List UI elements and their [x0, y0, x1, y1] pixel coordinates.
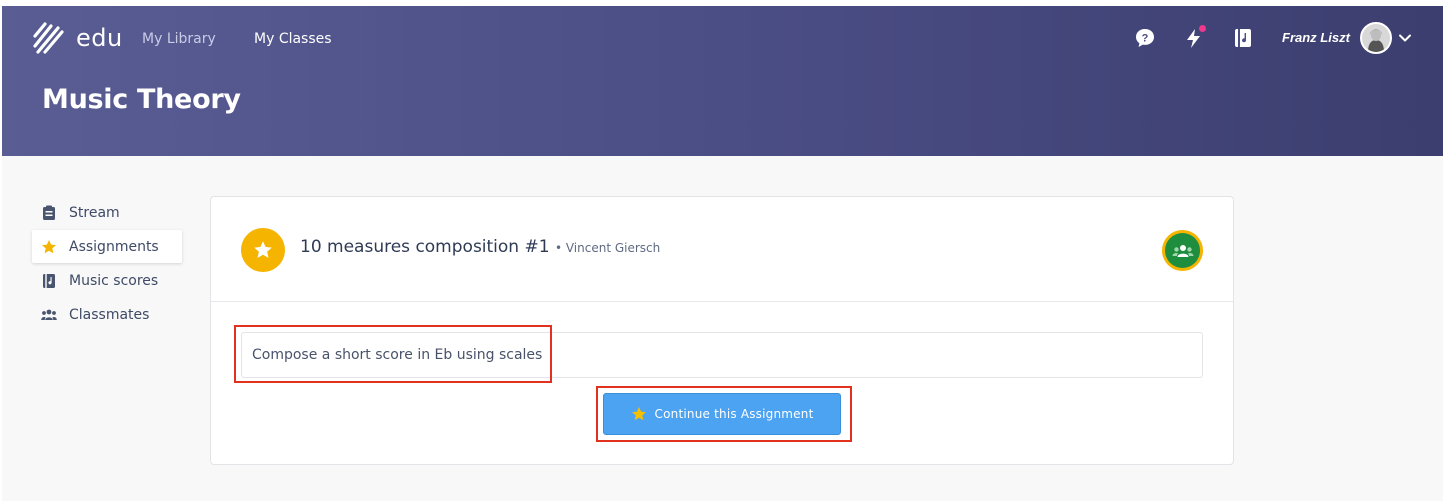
- sidebar-item-label: Classmates: [69, 306, 150, 323]
- google-classroom-icon: [1165, 233, 1200, 268]
- header: edu My Library My Classes Music Theory ?…: [2, 6, 1443, 156]
- star-icon: [631, 406, 647, 422]
- app-frame: edu My Library My Classes Music Theory ?…: [2, 6, 1443, 501]
- user-name[interactable]: Franz Liszt: [1282, 30, 1350, 45]
- sidebar-item-classmates[interactable]: Classmates: [32, 298, 182, 331]
- sidebar-item-assignments[interactable]: Assignments: [32, 230, 182, 263]
- assignment-card: 10 measures composition #1 • Vincent Gie…: [210, 196, 1234, 465]
- assignment-description: Compose a short score in Eb using scales: [241, 332, 1203, 378]
- people-icon: [41, 307, 57, 323]
- sidebar-item-music-scores[interactable]: Music scores: [32, 264, 182, 297]
- assignment-star-icon: [241, 228, 285, 272]
- svg-text:?: ?: [1142, 33, 1149, 45]
- sidebar-item-stream[interactable]: Stream: [32, 196, 182, 229]
- music-score-icon[interactable]: [1232, 27, 1254, 49]
- logo[interactable]: edu: [32, 20, 123, 56]
- nav-my-library[interactable]: My Library: [142, 31, 216, 47]
- notification-dot: [1199, 25, 1206, 32]
- help-icon[interactable]: ?: [1134, 27, 1156, 49]
- music-score-icon: [41, 273, 57, 289]
- logo-icon: [33, 22, 64, 54]
- page-title: Music Theory: [42, 84, 241, 115]
- chevron-down-icon[interactable]: [1398, 31, 1412, 45]
- sidebar-item-label: Assignments: [69, 238, 159, 255]
- continue-assignment-label: Continue this Assignment: [654, 407, 814, 421]
- assignment-author: • Vincent Giersch: [554, 241, 661, 255]
- star-icon: [41, 239, 57, 255]
- nav-my-classes[interactable]: My Classes: [254, 31, 332, 47]
- clipboard-icon: [41, 205, 57, 221]
- logo-text: edu: [76, 24, 123, 52]
- assignment-title: 10 measures composition #1: [300, 237, 550, 257]
- continue-assignment-button[interactable]: Continue this Assignment: [603, 393, 841, 435]
- sidebar-item-label: Music scores: [69, 272, 159, 289]
- notifications-icon[interactable]: [1183, 25, 1206, 49]
- assignment-header: 10 measures composition #1 • Vincent Gie…: [211, 197, 1233, 302]
- avatar[interactable]: [1360, 22, 1392, 54]
- assignment-title-row: 10 measures composition #1 • Vincent Gie…: [300, 237, 660, 257]
- google-classroom-button[interactable]: [1162, 230, 1203, 271]
- sidebar-item-label: Stream: [69, 204, 120, 221]
